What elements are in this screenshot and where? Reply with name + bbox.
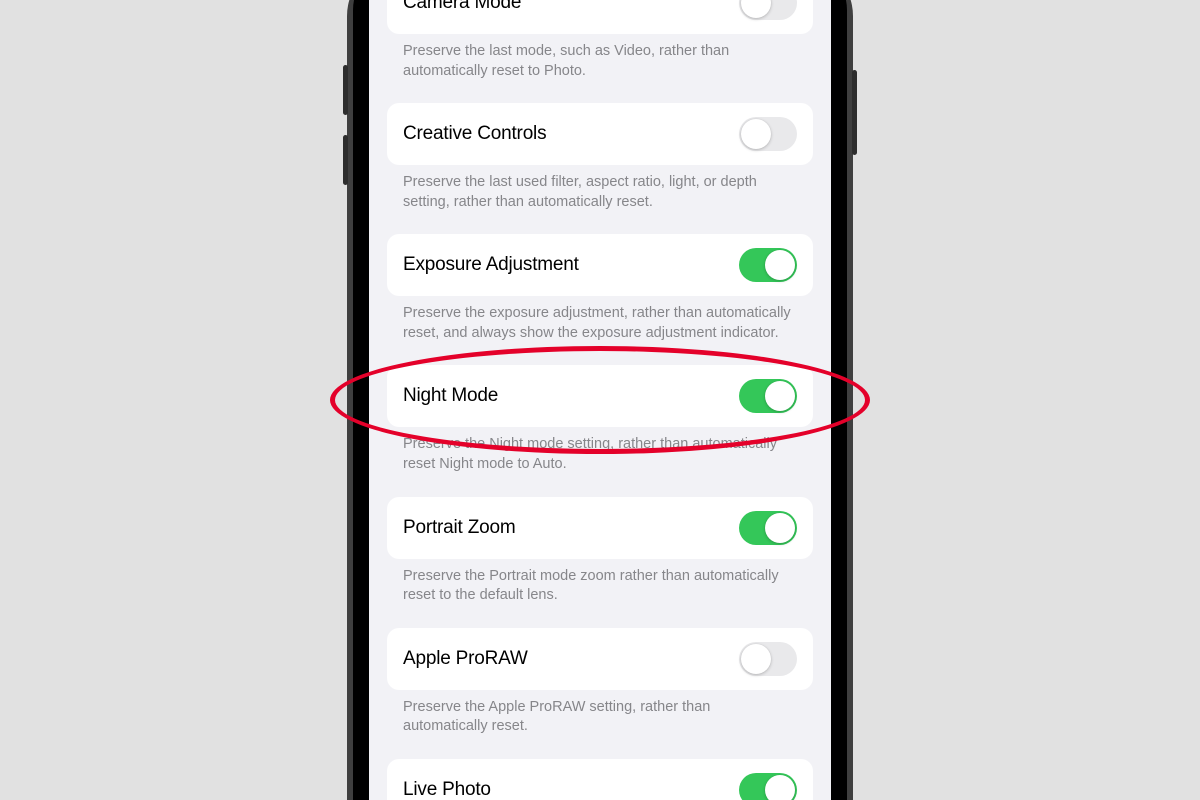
toggle-knob [765, 381, 795, 411]
toggle-knob [765, 775, 795, 800]
toggle-live-photo[interactable] [739, 773, 797, 800]
toggle-portrait-zoom[interactable] [739, 511, 797, 545]
toggle-exposure-adjustment[interactable] [739, 248, 797, 282]
setting-title: Creative Controls [403, 123, 546, 145]
phone-frame: Camera Mode Preserve the last mode, such… [347, 0, 853, 800]
power-button [852, 70, 857, 155]
setting-row-creative-controls[interactable]: Creative Controls [387, 103, 813, 165]
toggle-night-mode[interactable] [739, 379, 797, 413]
setting-title: Live Photo [403, 779, 491, 800]
setting-group-portrait-zoom: Portrait Zoom Preserve the Portrait mode… [387, 497, 813, 620]
setting-caption: Preserve the Portrait mode zoom rather t… [387, 559, 813, 620]
setting-row-portrait-zoom[interactable]: Portrait Zoom [387, 497, 813, 559]
volume-up-button [343, 65, 348, 115]
stage: Camera Mode Preserve the last mode, such… [0, 0, 1200, 800]
setting-caption: Preserve the exposure adjustment, rather… [387, 296, 813, 357]
toggle-knob [741, 119, 771, 149]
setting-group-exposure-adjustment: Exposure Adjustment Preserve the exposur… [387, 234, 813, 357]
setting-row-apple-proraw[interactable]: Apple ProRAW [387, 628, 813, 690]
setting-caption: Preserve the Apple ProRAW setting, rathe… [387, 690, 813, 751]
setting-group-apple-proraw: Apple ProRAW Preserve the Apple ProRAW s… [387, 628, 813, 751]
toggle-apple-proraw[interactable] [739, 642, 797, 676]
setting-group-camera-mode: Camera Mode Preserve the last mode, such… [387, 0, 813, 95]
setting-row-camera-mode[interactable]: Camera Mode [387, 0, 813, 34]
toggle-knob [765, 513, 795, 543]
setting-row-live-photo[interactable]: Live Photo [387, 759, 813, 800]
toggle-creative-controls[interactable] [739, 117, 797, 151]
toggle-knob [741, 644, 771, 674]
setting-group-night-mode: Night Mode Preserve the Night mode setti… [387, 365, 813, 488]
setting-title: Camera Mode [403, 0, 521, 14]
setting-row-night-mode[interactable]: Night Mode [387, 365, 813, 427]
phone-screen: Camera Mode Preserve the last mode, such… [369, 0, 831, 800]
toggle-camera-mode[interactable] [739, 0, 797, 20]
setting-caption: Preserve the last used filter, aspect ra… [387, 165, 813, 226]
setting-title: Portrait Zoom [403, 517, 516, 539]
setting-title: Apple ProRAW [403, 648, 528, 670]
setting-title: Exposure Adjustment [403, 254, 579, 276]
setting-caption: Preserve the Night mode setting, rather … [387, 427, 813, 488]
toggle-knob [741, 0, 771, 18]
setting-group-creative-controls: Creative Controls Preserve the last used… [387, 103, 813, 226]
setting-caption: Preserve the last mode, such as Video, r… [387, 34, 813, 95]
setting-title: Night Mode [403, 385, 498, 407]
phone-bezel: Camera Mode Preserve the last mode, such… [353, 0, 847, 800]
settings-list[interactable]: Camera Mode Preserve the last mode, such… [387, 0, 813, 800]
volume-down-button [343, 135, 348, 185]
setting-group-live-photo: Live Photo [387, 759, 813, 800]
toggle-knob [765, 250, 795, 280]
setting-row-exposure-adjustment[interactable]: Exposure Adjustment [387, 234, 813, 296]
